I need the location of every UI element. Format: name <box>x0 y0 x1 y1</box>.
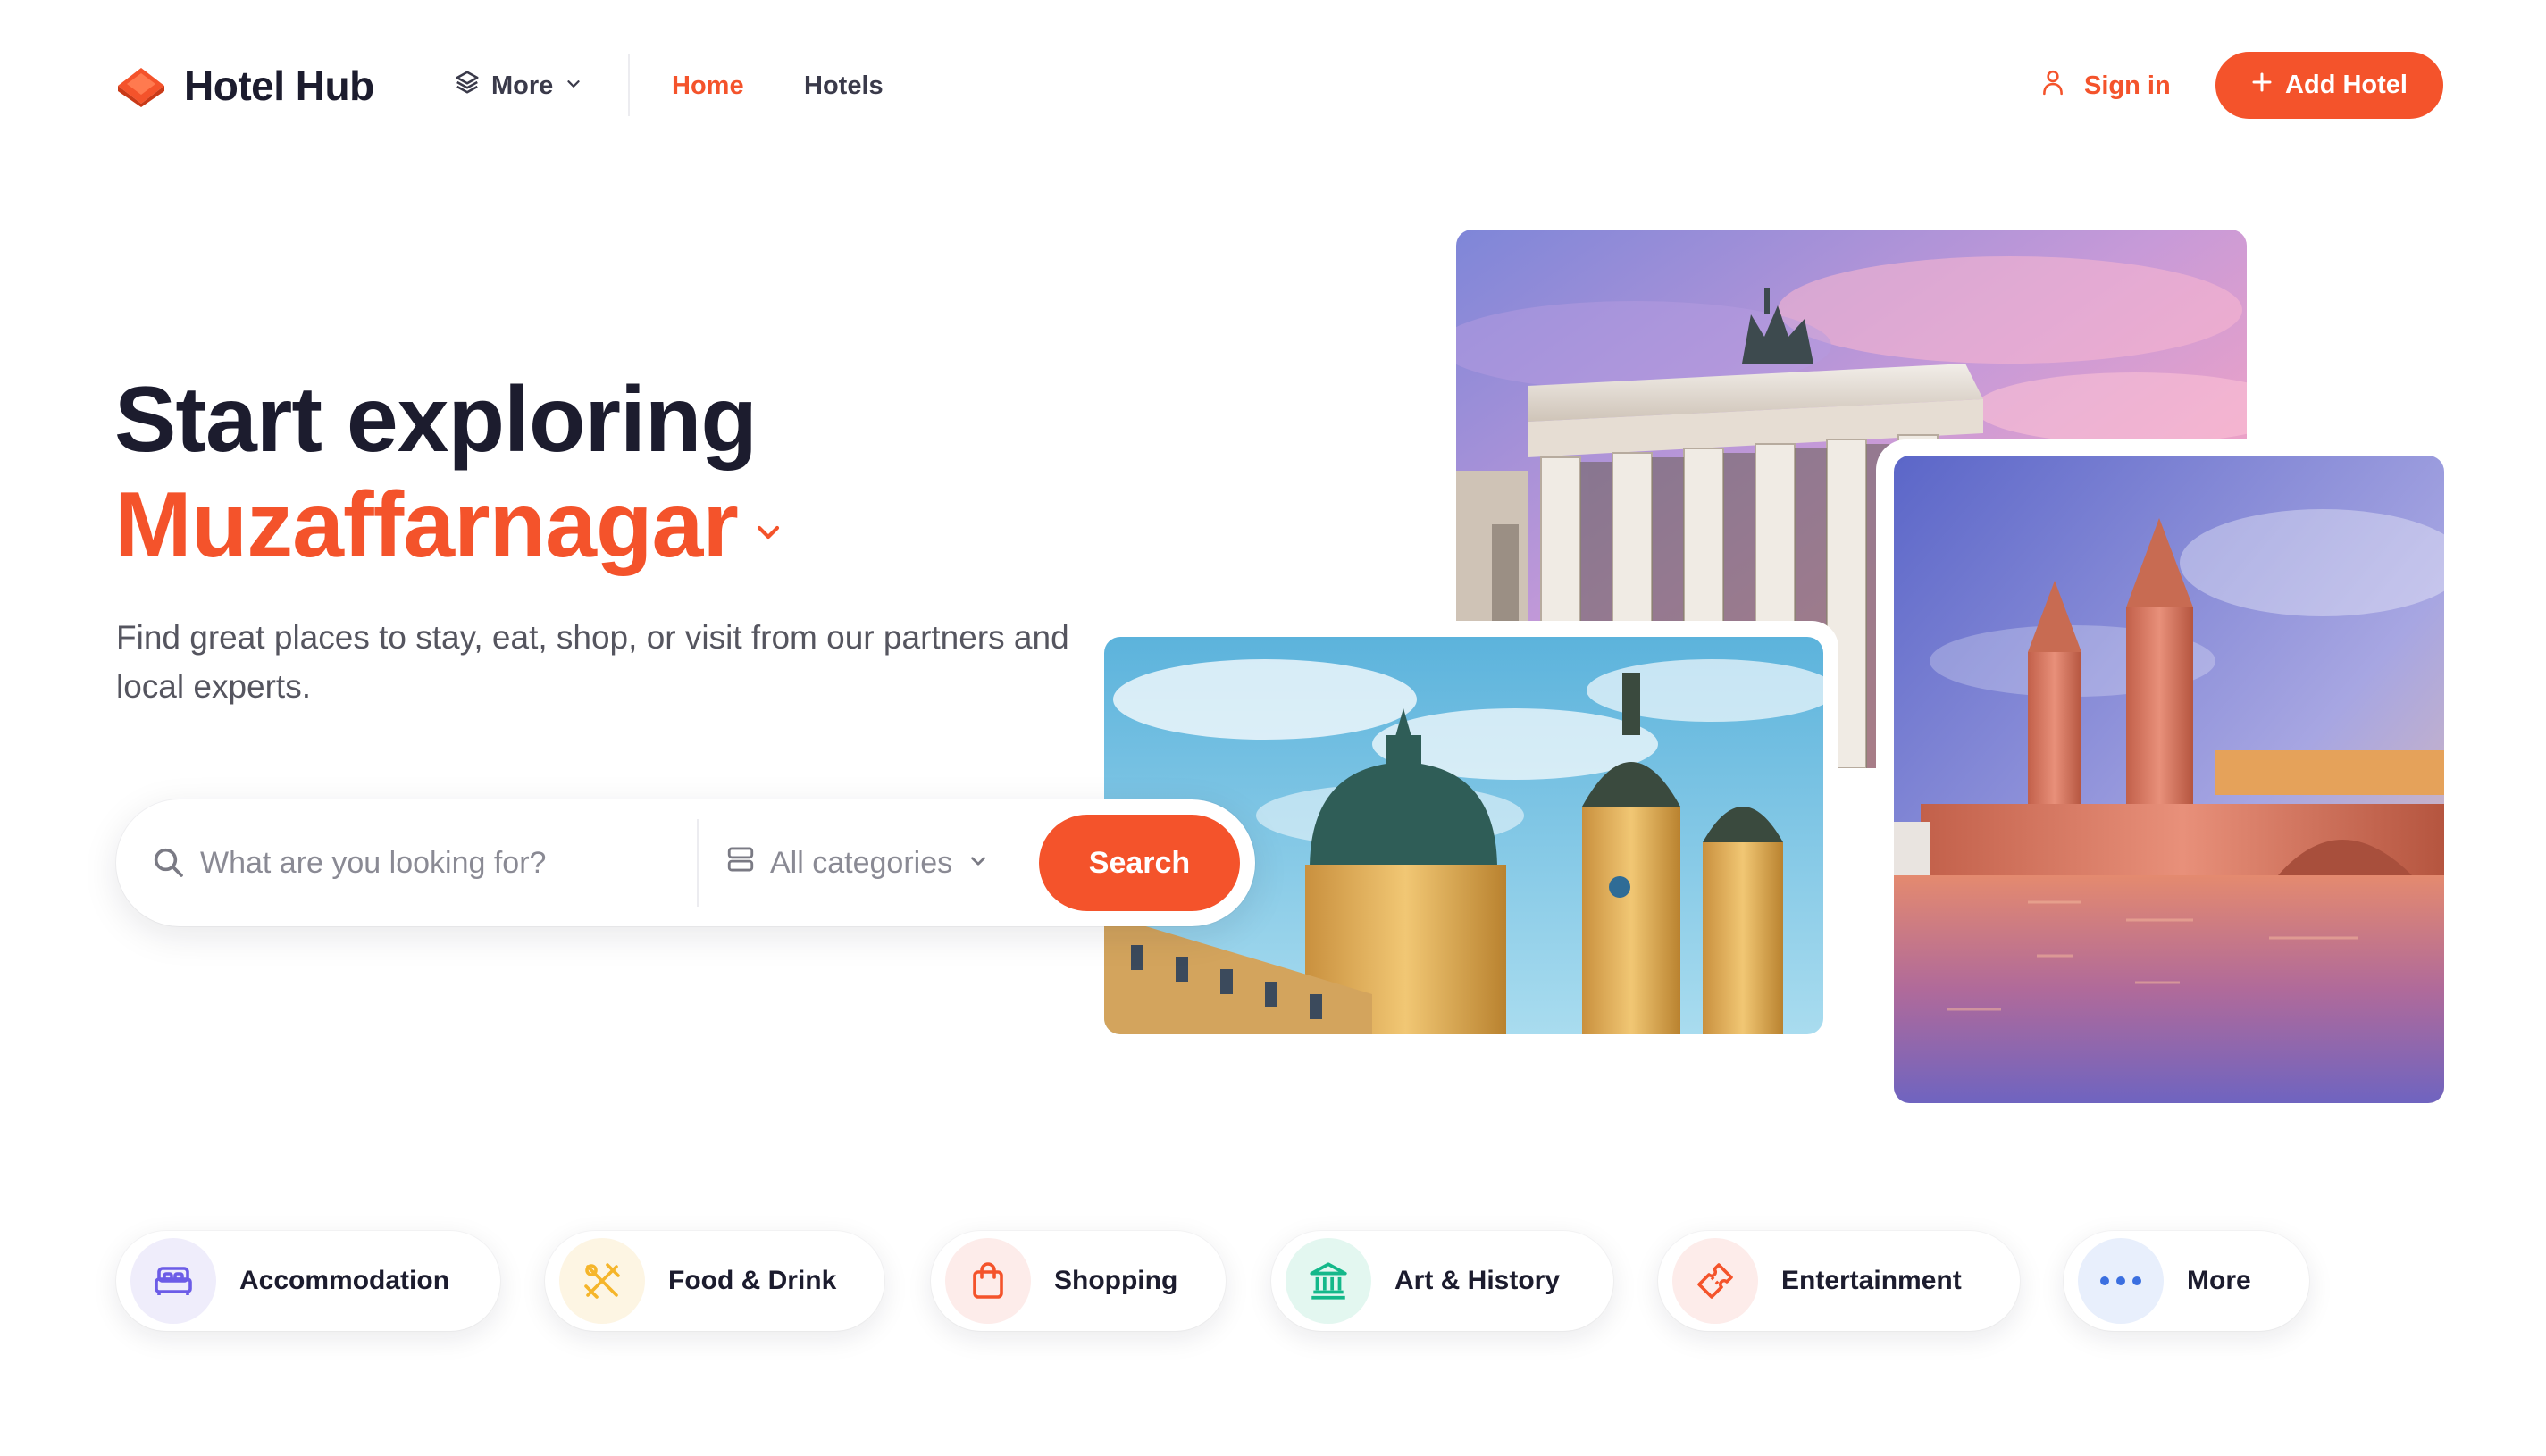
search-icon <box>150 844 186 884</box>
more-menu-label: More <box>491 71 554 100</box>
utensils-icon <box>559 1238 645 1324</box>
chevron-down-icon <box>750 515 786 555</box>
museum-icon <box>1286 1238 1371 1324</box>
ticket-icon <box>1672 1238 1758 1324</box>
more-menu[interactable]: More <box>454 66 583 105</box>
layers-icon <box>454 69 481 103</box>
nav-link-hotels[interactable]: Hotels <box>804 66 884 105</box>
category-label: Food & Drink <box>668 1266 837 1295</box>
category-label: Accommodation <box>239 1266 450 1295</box>
chevron-down-icon <box>564 71 583 101</box>
bed-icon <box>130 1238 216 1324</box>
add-hotel-button[interactable]: Add Hotel <box>2215 52 2443 119</box>
hero-subtitle: Find great places to stay, eat, shop, or… <box>116 619 1069 705</box>
category-accommodation[interactable]: Accommodation <box>116 1231 500 1331</box>
search-button[interactable]: Search <box>1039 815 1240 911</box>
search-divider <box>697 819 699 907</box>
category-art-history[interactable]: Art & History <box>1271 1231 1613 1331</box>
category-entertainment[interactable]: Entertainment <box>1658 1231 2020 1331</box>
category-label: Shopping <box>1054 1266 1178 1295</box>
top-navigation: Hotel Hub More Home Hotels Sign in Add H… <box>0 0 2546 170</box>
shopping-bag-icon <box>945 1238 1031 1324</box>
add-hotel-label: Add Hotel <box>2285 71 2408 99</box>
category-select-label: All categories <box>770 845 953 880</box>
search-input[interactable] <box>198 832 663 894</box>
sign-in-link[interactable]: Sign in <box>2041 66 2171 105</box>
brand-name: Hotel Hub <box>184 63 374 109</box>
category-label: Art & History <box>1394 1266 1561 1295</box>
plus-icon <box>2251 71 2273 100</box>
search-bar: All categories Search <box>116 799 1255 926</box>
category-label: Entertainment <box>1781 1266 1962 1295</box>
category-select[interactable]: All categories <box>725 832 990 894</box>
more-dots-icon <box>2078 1238 2164 1324</box>
chevron-down-icon <box>967 846 990 881</box>
list-icon <box>725 844 756 883</box>
sign-in-label: Sign in <box>2084 71 2171 100</box>
category-shopping[interactable]: Shopping <box>931 1231 1226 1331</box>
city-name: Muzaffarnagar <box>114 473 739 577</box>
user-icon <box>2041 69 2064 103</box>
city-selector[interactable]: Muzaffarnagar <box>114 472 786 579</box>
nav-link-home[interactable]: Home <box>672 66 744 105</box>
nav-divider <box>628 54 630 116</box>
hotel-hub-logo-icon <box>114 64 168 107</box>
category-label: More <box>2187 1266 2251 1295</box>
logo[interactable]: Hotel Hub <box>114 61 374 111</box>
category-food-drink[interactable]: Food & Drink <box>545 1231 884 1331</box>
category-more[interactable]: More <box>2064 1231 2309 1331</box>
hero-title: Start exploring <box>114 368 758 472</box>
oberbaum-bridge-photo <box>1894 456 2444 1103</box>
